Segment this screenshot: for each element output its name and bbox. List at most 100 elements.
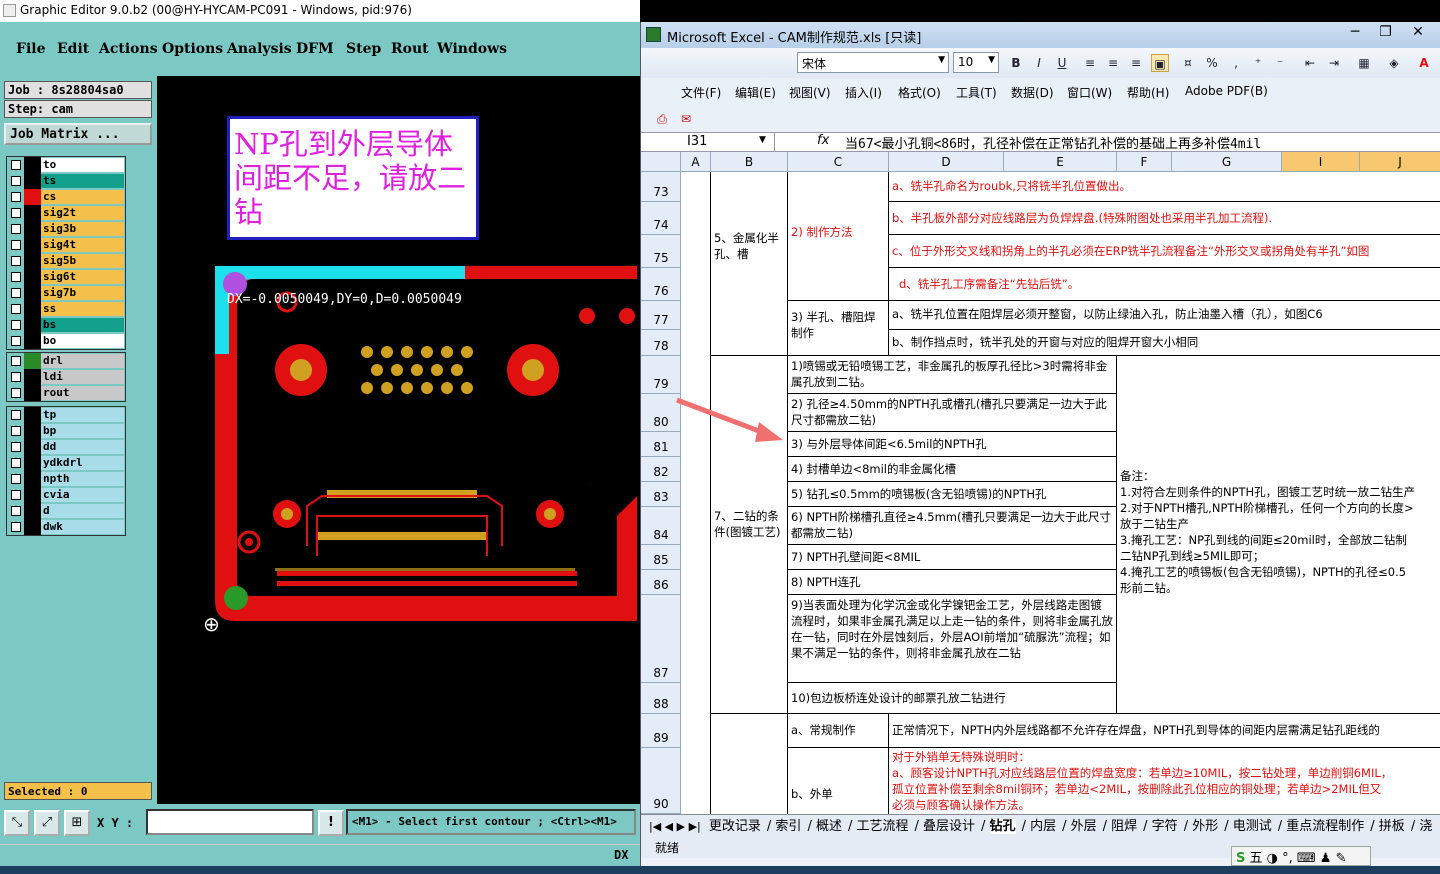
layer-row-dwk[interactable]: dwk (7, 519, 125, 535)
column-header-c[interactable]: C (788, 152, 889, 172)
cell-c80[interactable]: 2) 孔径≥4.50mm的NPTH孔或槽孔(槽孔只要满足一边大于此尺寸都需放二钻… (788, 394, 1117, 432)
cell-c81[interactable]: 3) 与外层导体间距<6.5mil的NPTH孔 (788, 432, 1117, 457)
sheet-tab[interactable]: 阻焊 (1111, 819, 1137, 834)
cell-b-metal-halfhole[interactable]: 5、金属化半孔、槽 (711, 172, 788, 356)
layer-row-to[interactable]: to (7, 157, 125, 173)
layer-name[interactable]: sig7b (41, 286, 124, 300)
sheet-tab[interactable]: 工艺流程 (856, 819, 908, 834)
layer-name[interactable]: dd (41, 440, 124, 454)
layer-checkbox[interactable] (11, 288, 21, 298)
menu-rout[interactable]: Rout (391, 41, 429, 57)
align-right-icon[interactable]: ≡ (1127, 54, 1145, 72)
row-header[interactable]: 84 (641, 507, 681, 545)
underline-icon[interactable]: U (1053, 54, 1071, 72)
sheet-tab[interactable]: 重点流程制作 (1286, 819, 1364, 834)
layer-name[interactable]: d (41, 504, 124, 518)
cell-c-window[interactable]: 3) 半孔、槽阻焊制作 (788, 301, 889, 356)
align-center-icon[interactable]: ≡ (1104, 54, 1122, 72)
layer-row-d[interactable]: d (7, 503, 125, 519)
cell-c84[interactable]: 6) NPTH阶梯槽孔直径≥4.5mm(槽孔只要满足一边大于此尺寸都需放二钻) (788, 507, 1117, 545)
menu-windows[interactable]: Windows (437, 41, 507, 57)
menu-options[interactable]: Options (162, 41, 223, 57)
italic-icon[interactable]: I (1030, 54, 1048, 72)
xl-menu-data[interactable]: 数据(D) (1011, 84, 1054, 101)
layer-color-swatch[interactable] (24, 157, 41, 173)
layer-checkbox[interactable] (11, 176, 21, 186)
layer-row-sig2t[interactable]: sig2t (7, 205, 125, 221)
layer-color-swatch[interactable] (24, 519, 41, 535)
layer-name[interactable]: drl (41, 354, 124, 368)
sheet-tab[interactable]: 外形 (1192, 819, 1218, 834)
xl-menu-help[interactable]: 帮助(H) (1127, 84, 1169, 101)
cell-c90[interactable]: b、外单 (788, 748, 889, 814)
layer-name[interactable]: tp (41, 408, 124, 422)
xl-menu-tools[interactable]: 工具(T) (956, 84, 997, 101)
layer-checkbox[interactable] (11, 272, 21, 282)
layer-row-tp[interactable]: tp (7, 407, 125, 423)
layer-color-swatch[interactable] (24, 317, 41, 333)
sheet-tab[interactable]: 拼板 (1379, 819, 1405, 834)
cell-c82[interactable]: 4) 封槽单边<8mil的非金属化槽 (788, 457, 1117, 482)
merge-center-icon[interactable]: ▣ (1151, 54, 1169, 72)
layer-row-bs[interactable]: bs (7, 317, 125, 333)
layer-color-swatch[interactable] (24, 385, 41, 401)
excel-titlebar[interactable]: Microsoft Excel - CAM制作规范.xls [只读] ─ ❐ ✕ (641, 22, 1440, 48)
sheet-tab-active[interactable]: 钻孔 (989, 819, 1016, 834)
layer-name[interactable]: ldi (41, 370, 124, 384)
layer-color-swatch[interactable] (24, 353, 41, 369)
layer-color-swatch[interactable] (24, 253, 41, 269)
layer-checkbox[interactable] (11, 458, 21, 468)
layer-checkbox[interactable] (11, 224, 21, 234)
layer-color-swatch[interactable] (24, 487, 41, 503)
layer-row-cvia[interactable]: cvia (7, 487, 125, 503)
layer-color-swatch[interactable] (24, 205, 41, 221)
sheet-tab[interactable]: 索引 (775, 819, 801, 834)
layer-row-dd[interactable]: dd (7, 439, 125, 455)
layer-checkbox[interactable] (11, 336, 21, 346)
row-header[interactable]: 89 (641, 714, 681, 748)
menu-edit[interactable]: Edit (57, 41, 89, 57)
spreadsheet-grid[interactable]: A B C D E F G I J 73 74 75 76 77 78 79 8… (641, 152, 1440, 814)
row-header[interactable]: 88 (641, 683, 681, 714)
row-header[interactable]: 85 (641, 545, 681, 570)
layer-checkbox[interactable] (11, 372, 21, 382)
currency-icon[interactable]: ¤ (1179, 54, 1197, 72)
layer-checkbox[interactable] (11, 426, 21, 436)
cell-c79[interactable]: 1)喷锡或无铅喷锡工艺，非金属孔的板厚孔径比>3时需将非金属孔放到二钻。 (788, 356, 1117, 394)
row-header[interactable]: 77 (641, 301, 681, 330)
column-header-d[interactable]: D (889, 152, 1004, 172)
layer-checkbox[interactable] (11, 304, 21, 314)
minimize-icon[interactable]: ─ (1342, 24, 1368, 40)
layer-checkbox[interactable] (11, 208, 21, 218)
layer-checkbox[interactable] (11, 490, 21, 500)
layer-color-swatch[interactable] (24, 407, 41, 423)
sheet-tab[interactable]: 概述 (816, 819, 842, 834)
fx-icon[interactable]: fx (817, 133, 829, 148)
row-header[interactable]: 78 (641, 330, 681, 356)
xl-menu-insert[interactable]: 插入(I) (845, 84, 882, 101)
layer-color-swatch[interactable] (24, 423, 41, 439)
column-header-e[interactable]: E (1004, 152, 1117, 172)
ime-toolbar[interactable]: S 五 ◑ °, ⌨ ♟ ✎ (1231, 846, 1371, 866)
cell-d89[interactable]: 正常情况下，NPTH内外层线路都不允许存在焊盘，NPTH孔到导体的间距内层需满足… (889, 714, 1440, 748)
alert-icon[interactable]: ! (318, 810, 344, 836)
cell-d78[interactable]: b、制作挡点时，铣半孔处的开窗与对应的阻焊开窗大小相同 (889, 330, 1440, 356)
row-header[interactable]: 76 (641, 268, 681, 301)
name-box-dropdown-icon[interactable]: ▼ (759, 135, 766, 145)
column-header-g[interactable]: G (1172, 152, 1282, 172)
layer-name[interactable]: sig2t (41, 206, 124, 220)
layer-row-sig4t[interactable]: sig4t (7, 237, 125, 253)
layer-row-sig5b[interactable]: sig5b (7, 253, 125, 269)
cell-d77[interactable]: a、铣半孔位置在阻焊层必须开整窗，以防止绿油入孔，防止油墨入槽（孔），如图C6 (889, 301, 1440, 330)
layer-color-swatch[interactable] (24, 471, 41, 487)
xl-menu-view[interactable]: 视图(V) (789, 84, 831, 101)
cell-c89[interactable]: a、常规制作 (788, 714, 889, 748)
cell-d75[interactable]: c、位于外形交叉线和拐角上的半孔必须在ERP铣半孔流程备注“外形交叉或拐角处有半… (889, 235, 1440, 268)
restore-icon[interactable]: ❐ (1373, 24, 1399, 40)
row-header[interactable]: 75 (641, 235, 681, 268)
layer-row-bo[interactable]: bo (7, 333, 125, 349)
column-header-j[interactable]: J (1360, 152, 1440, 172)
select-all-corner[interactable] (641, 152, 681, 172)
layer-name[interactable]: sig5b (41, 254, 124, 268)
layer-name[interactable]: bs (41, 318, 124, 332)
